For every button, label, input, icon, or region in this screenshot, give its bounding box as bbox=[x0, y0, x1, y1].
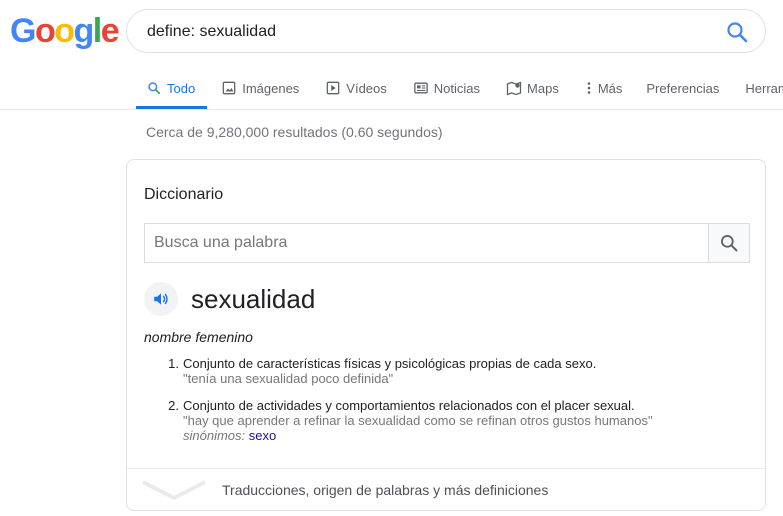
tab-label: Preferencias bbox=[646, 80, 720, 96]
tab-noticias[interactable]: Noticias bbox=[413, 72, 480, 104]
logo-letter: G bbox=[10, 12, 36, 50]
dictionary-search-field[interactable]: Busca una palabra bbox=[144, 223, 750, 263]
tab-preferencias[interactable]: Preferencias bbox=[646, 72, 719, 104]
definition-example: "tenía una sexualidad poco definida" bbox=[183, 371, 394, 386]
dictionary-word: sexualidad bbox=[191, 284, 316, 314]
definition-text: Conjunto de características físicas y ps… bbox=[183, 356, 597, 371]
synonyms-label: sinónimos: bbox=[183, 428, 246, 443]
tab-maps[interactable]: Maps bbox=[506, 72, 559, 104]
search-box[interactable]: define: sexualidad bbox=[126, 9, 766, 53]
tab-mas[interactable]: Más bbox=[585, 72, 623, 104]
results-count: Cerca de 9,280,000 resultados (0.60 segu… bbox=[146, 124, 443, 140]
dictionary-card: Diccionario Busca una palabra sexualidad… bbox=[126, 159, 766, 511]
tab-videos[interactable]: Vídeos bbox=[325, 72, 387, 104]
tab-label: Maps bbox=[527, 80, 559, 96]
search-tabs: Todo Imágenes Vídeos Noticias Maps Más P… bbox=[136, 72, 783, 110]
tab-todo[interactable]: Todo bbox=[136, 72, 208, 109]
tab-imagenes[interactable]: Imágenes bbox=[221, 72, 299, 104]
definition-item: 1. Conjunto de características físicas y… bbox=[163, 356, 753, 386]
search-button[interactable] bbox=[725, 20, 749, 44]
definitions-list: 1. Conjunto de características físicas y… bbox=[163, 356, 753, 455]
dictionary-title: Diccionario bbox=[144, 186, 224, 203]
play-icon bbox=[325, 80, 341, 96]
logo-letter: e bbox=[100, 12, 120, 50]
tabs-divider bbox=[0, 109, 783, 110]
chevron-down-icon bbox=[142, 480, 206, 500]
tab-label: Todo bbox=[167, 80, 196, 96]
tab-herramientas[interactable]: Herramie bbox=[745, 72, 783, 104]
definition-text: Conjunto de actividades y comportamiento… bbox=[183, 398, 635, 413]
part-of-speech: nombre femenino bbox=[144, 329, 253, 345]
synonyms-row: sinónimos: sexo bbox=[183, 428, 753, 443]
search-input[interactable]: define: sexualidad bbox=[147, 10, 276, 54]
search-icon bbox=[721, 235, 738, 252]
dictionary-search-button[interactable] bbox=[708, 224, 749, 262]
synonym-link[interactable]: sexo bbox=[249, 428, 276, 443]
tab-label: Vídeos bbox=[346, 80, 387, 96]
logo-letter: o bbox=[54, 12, 75, 50]
logo-letter: o bbox=[34, 12, 56, 50]
definition-number: 1. bbox=[168, 356, 179, 371]
logo-letter: l bbox=[92, 12, 102, 50]
more-definitions-link[interactable]: Traducciones, origen de palabras y más d… bbox=[222, 482, 548, 498]
tab-label: Noticias bbox=[433, 80, 481, 96]
more-vert-icon bbox=[585, 80, 593, 96]
tab-label: Herramie bbox=[745, 80, 783, 96]
logo-letter: g bbox=[73, 12, 95, 50]
definition-item: 2. Conjunto de actividades y comportamie… bbox=[163, 398, 753, 443]
more-definitions-footer[interactable]: Traducciones, origen de palabras y más d… bbox=[127, 468, 765, 510]
search-icon bbox=[146, 80, 162, 96]
dictionary-search-input[interactable]: Busca una palabra bbox=[154, 224, 287, 262]
image-icon bbox=[221, 80, 237, 96]
google-logo[interactable]: Google bbox=[10, 11, 120, 51]
search-icon bbox=[727, 22, 748, 43]
speaker-icon bbox=[154, 293, 168, 305]
definition-example: "hay que aprender a refinar la sexualida… bbox=[183, 413, 653, 428]
news-icon bbox=[413, 80, 429, 96]
definition-number: 2. bbox=[168, 398, 179, 413]
map-icon bbox=[506, 80, 522, 96]
tab-label: Más bbox=[597, 80, 623, 96]
tab-label: Imágenes bbox=[242, 80, 300, 96]
pronunciation-button[interactable] bbox=[144, 282, 178, 316]
